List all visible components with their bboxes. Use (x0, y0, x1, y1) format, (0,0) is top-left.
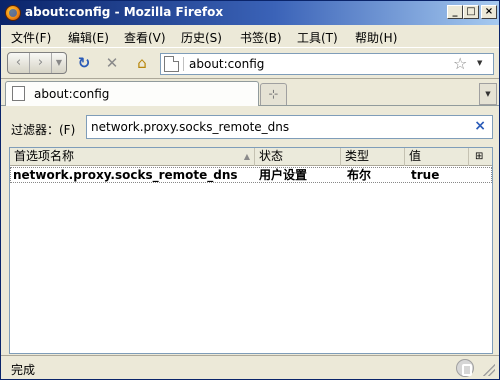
column-header-status[interactable]: 状态 (255, 148, 341, 166)
menu-history[interactable]: 历史(S) (181, 29, 222, 46)
column-header-type[interactable]: 类型 (341, 148, 405, 166)
clear-filter-icon[interactable]: × (474, 118, 486, 134)
column-header-name[interactable]: 首选项名称 ▲ (10, 148, 255, 166)
pref-name-cell: network.proxy.socks_remote_dns (13, 168, 238, 182)
forward-button[interactable]: › (30, 53, 52, 73)
menu-bookmarks[interactable]: 书签(B) (240, 29, 282, 46)
status-bar: 完成 (1, 355, 499, 379)
stop-icon[interactable]: ✕ (101, 52, 123, 74)
table-row[interactable]: network.proxy.socks_remote_dns 用户设置 布尔 t… (10, 167, 492, 183)
new-tab-button[interactable]: ⊹ (260, 83, 287, 105)
close-button[interactable]: × (481, 5, 497, 19)
browser-window: about:config - Mozilla Firefox _ □ × 文件(… (0, 0, 500, 380)
pref-value-cell: true (411, 168, 440, 182)
tab-about-config[interactable]: about:config (5, 81, 259, 106)
maximize-button[interactable]: □ (463, 5, 479, 19)
menu-bar: 文件(F) 编辑(E) 查看(V) 历史(S) 书签(B) 工具(T) 帮助(H… (1, 25, 499, 47)
page-icon (12, 86, 25, 101)
menu-help[interactable]: 帮助(H) (355, 29, 397, 46)
preferences-table: 首选项名称 ▲ 状态 类型 值 ⊞ network.proxy.socks_re… (9, 147, 493, 354)
sort-ascending-icon: ▲ (243, 152, 250, 161)
pref-status-cell: 用户设置 (259, 168, 308, 182)
status-text: 完成 (11, 363, 36, 377)
window-title: about:config - Mozilla Firefox (25, 5, 224, 19)
home-icon[interactable]: ⌂ (131, 52, 153, 74)
menu-file[interactable]: 文件(F) (11, 29, 51, 46)
config-page: 过滤器：(F) network.proxy.socks_remote_dns ×… (5, 107, 495, 355)
filter-value[interactable]: network.proxy.socks_remote_dns (91, 120, 289, 134)
back-button[interactable]: ‹ (8, 53, 30, 73)
minimize-button[interactable]: _ (447, 5, 463, 19)
filter-label: 过滤器：(F) (11, 123, 76, 137)
history-dropdown-button[interactable]: ▼ (52, 53, 66, 73)
page-icon (164, 56, 179, 72)
filter-input[interactable]: network.proxy.socks_remote_dns × (86, 115, 493, 139)
resize-grip[interactable] (483, 364, 495, 376)
table-header: 首选项名称 ▲ 状态 类型 值 ⊞ (10, 148, 492, 166)
column-picker-icon[interactable]: ⊞ (469, 148, 491, 166)
tab-list-button[interactable]: ▼ (479, 83, 497, 105)
title-bar: about:config - Mozilla Firefox _ □ × (1, 1, 499, 25)
security-lock-icon[interactable] (456, 359, 474, 377)
firefox-logo-icon (5, 5, 21, 21)
url-bar[interactable]: about:config ☆ ▼ (160, 53, 494, 75)
column-header-value[interactable]: 值 (405, 148, 469, 166)
url-dropdown-icon[interactable]: ▼ (477, 59, 482, 67)
tab-strip: about:config ⊹ ▼ (1, 79, 499, 106)
tab-label: about:config (34, 87, 110, 101)
pref-type-cell: 布尔 (347, 168, 372, 182)
url-text[interactable]: about:config (189, 57, 264, 71)
menu-edit[interactable]: 编辑(E) (68, 29, 109, 46)
column-header-label: 首选项名称 (14, 149, 75, 163)
bookmark-star-icon[interactable]: ☆ (453, 54, 467, 73)
navigation-toolbar: ‹ › ▼ ↻ ✕ ⌂ about:config ☆ ▼ (1, 47, 499, 79)
back-forward-group: ‹ › ▼ (7, 52, 67, 74)
url-divider (183, 57, 184, 71)
menu-view[interactable]: 查看(V) (124, 29, 166, 46)
menu-tools[interactable]: 工具(T) (297, 29, 338, 46)
reload-icon[interactable]: ↻ (73, 52, 95, 74)
